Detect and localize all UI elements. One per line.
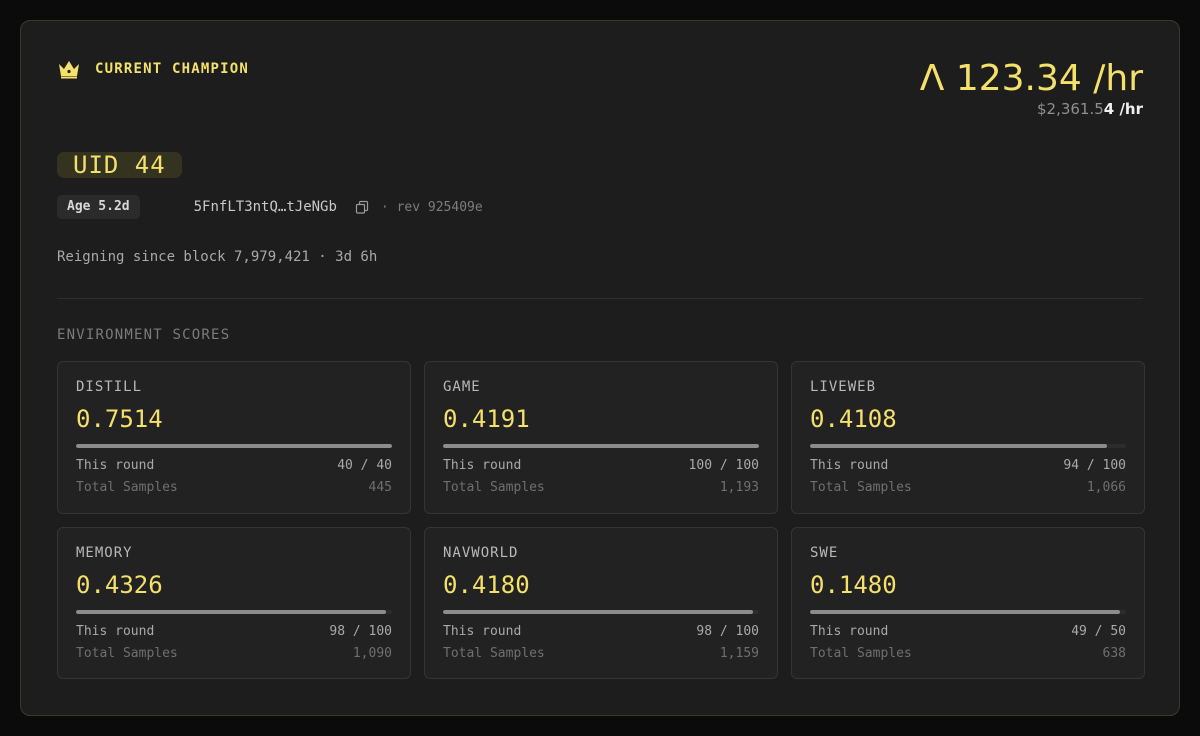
env-round-value: 49 / 50 — [1071, 624, 1126, 639]
env-round-row: This round 94 / 100 — [810, 457, 1126, 475]
env-round-label: This round — [810, 458, 889, 473]
env-round-row: This round 98 / 100 — [443, 623, 759, 641]
env-progress-bar — [810, 444, 1126, 448]
env-card-game: GAME 0.4191 This round 100 / 100 Total Sa… — [424, 361, 778, 514]
env-card-memory: MEMORY 0.4326 This round 98 / 100 Total S… — [57, 527, 411, 679]
env-total-row: Total Samples 638 — [810, 645, 1126, 663]
env-round-row: This round 98 / 100 — [76, 623, 392, 641]
env-round-label: This round — [810, 624, 889, 639]
champion-card: CURRENT CHAMPION Λ 123.34 /hr $2,361.54 … — [20, 20, 1180, 716]
env-score: 0.4108 — [810, 405, 897, 433]
env-total-value: 1,066 — [1086, 480, 1126, 495]
env-score: 0.7514 — [76, 405, 163, 433]
environment-scores-title: ENVIRONMENT SCORES — [57, 327, 231, 343]
env-total-row: Total Samples 1,193 — [443, 479, 759, 497]
env-progress-bar — [76, 444, 392, 448]
env-total-value: 1,159 — [719, 646, 759, 661]
champion-label: CURRENT CHAMPION — [95, 61, 250, 77]
env-round-label: This round — [443, 624, 522, 639]
uid-badge: UID 44 — [57, 152, 182, 178]
env-card-navworld: NAVWORLD 0.4180 This round 98 / 100 Total… — [424, 527, 778, 679]
env-total-row: Total Samples 1,066 — [810, 479, 1126, 497]
env-name: GAME — [443, 379, 481, 395]
env-total-label: Total Samples — [443, 480, 545, 495]
emission-rate-usd: $2,361.54 /hr — [920, 99, 1143, 119]
env-total-label: Total Samples — [76, 646, 178, 661]
usd-rate-bright: 4 /hr — [1103, 100, 1143, 118]
env-name: SWE — [810, 545, 839, 561]
env-total-row: Total Samples 1,090 — [76, 645, 392, 663]
env-total-label: Total Samples — [76, 480, 178, 495]
env-name: LIVEWEB — [810, 379, 877, 395]
env-total-value: 445 — [368, 480, 392, 495]
usd-rate-dim: $2,361.5 — [1036, 100, 1104, 118]
env-score: 0.4326 — [76, 571, 163, 599]
copy-icon[interactable] — [355, 200, 369, 214]
env-card-swe: SWE 0.1480 This round 49 / 50 Total Sampl… — [791, 527, 1145, 679]
env-score: 0.1480 — [810, 571, 897, 599]
divider — [57, 298, 1143, 299]
age-badge: Age 5.2d — [57, 195, 140, 219]
env-progress-fill — [76, 444, 392, 448]
hotkey-address: 5FnfLT3ntQ…tJeNGb — [193, 199, 337, 215]
env-progress-fill — [76, 610, 386, 614]
env-round-label: This round — [76, 624, 155, 639]
env-progress-fill — [443, 610, 753, 614]
env-progress-fill — [810, 610, 1120, 614]
champion-header: CURRENT CHAMPION — [57, 59, 249, 79]
emission-rate: Λ 123.34 /hr $2,361.54 /hr — [920, 57, 1143, 119]
env-total-label: Total Samples — [443, 646, 545, 661]
env-round-label: This round — [76, 458, 155, 473]
env-name: MEMORY — [76, 545, 133, 561]
env-progress-bar — [443, 610, 759, 614]
env-card-distill: DISTILL 0.7514 This round 40 / 40 Total S… — [57, 361, 411, 514]
env-round-label: This round — [443, 458, 522, 473]
env-name: NAVWORLD — [443, 545, 519, 561]
env-total-value: 1,193 — [719, 480, 759, 495]
env-round-row: This round 100 / 100 — [443, 457, 759, 475]
emission-rate-value: Λ 123.34 /hr — [919, 58, 1143, 99]
env-round-value: 98 / 100 — [329, 624, 392, 639]
env-name: DISTILL — [76, 379, 143, 395]
env-progress-bar — [810, 610, 1126, 614]
crown-icon — [59, 61, 79, 79]
env-score: 0.4191 — [443, 405, 530, 433]
revision: · rev 925409e — [380, 199, 483, 215]
env-progress-fill — [443, 444, 759, 448]
env-total-label: Total Samples — [810, 646, 912, 661]
env-progress-bar — [76, 610, 392, 614]
reign-info: Reigning since block 7,979,421 · 3d 6h — [57, 249, 378, 265]
env-score: 0.4180 — [443, 571, 530, 599]
env-round-value: 98 / 100 — [696, 624, 759, 639]
env-round-value: 40 / 40 — [337, 458, 392, 473]
env-round-row: This round 40 / 40 — [76, 457, 392, 475]
env-progress-fill — [810, 444, 1108, 448]
env-round-value: 94 / 100 — [1063, 458, 1126, 473]
env-total-row: Total Samples 445 — [76, 479, 392, 497]
env-round-value: 100 / 100 — [688, 458, 759, 473]
env-total-value: 1,090 — [352, 646, 392, 661]
champion-meta: Age 5.2d 5FnfLT3ntQ…tJeNGb · rev 925409e — [57, 195, 483, 219]
environment-grid: DISTILL 0.7514 This round 40 / 40 Total S… — [57, 361, 1145, 679]
env-total-value: 638 — [1102, 646, 1126, 661]
env-progress-bar — [443, 444, 759, 448]
env-total-label: Total Samples — [810, 480, 912, 495]
env-total-row: Total Samples 1,159 — [443, 645, 759, 663]
env-card-liveweb: LIVEWEB 0.4108 This round 94 / 100 Total … — [791, 361, 1145, 514]
env-round-row: This round 49 / 50 — [810, 623, 1126, 641]
